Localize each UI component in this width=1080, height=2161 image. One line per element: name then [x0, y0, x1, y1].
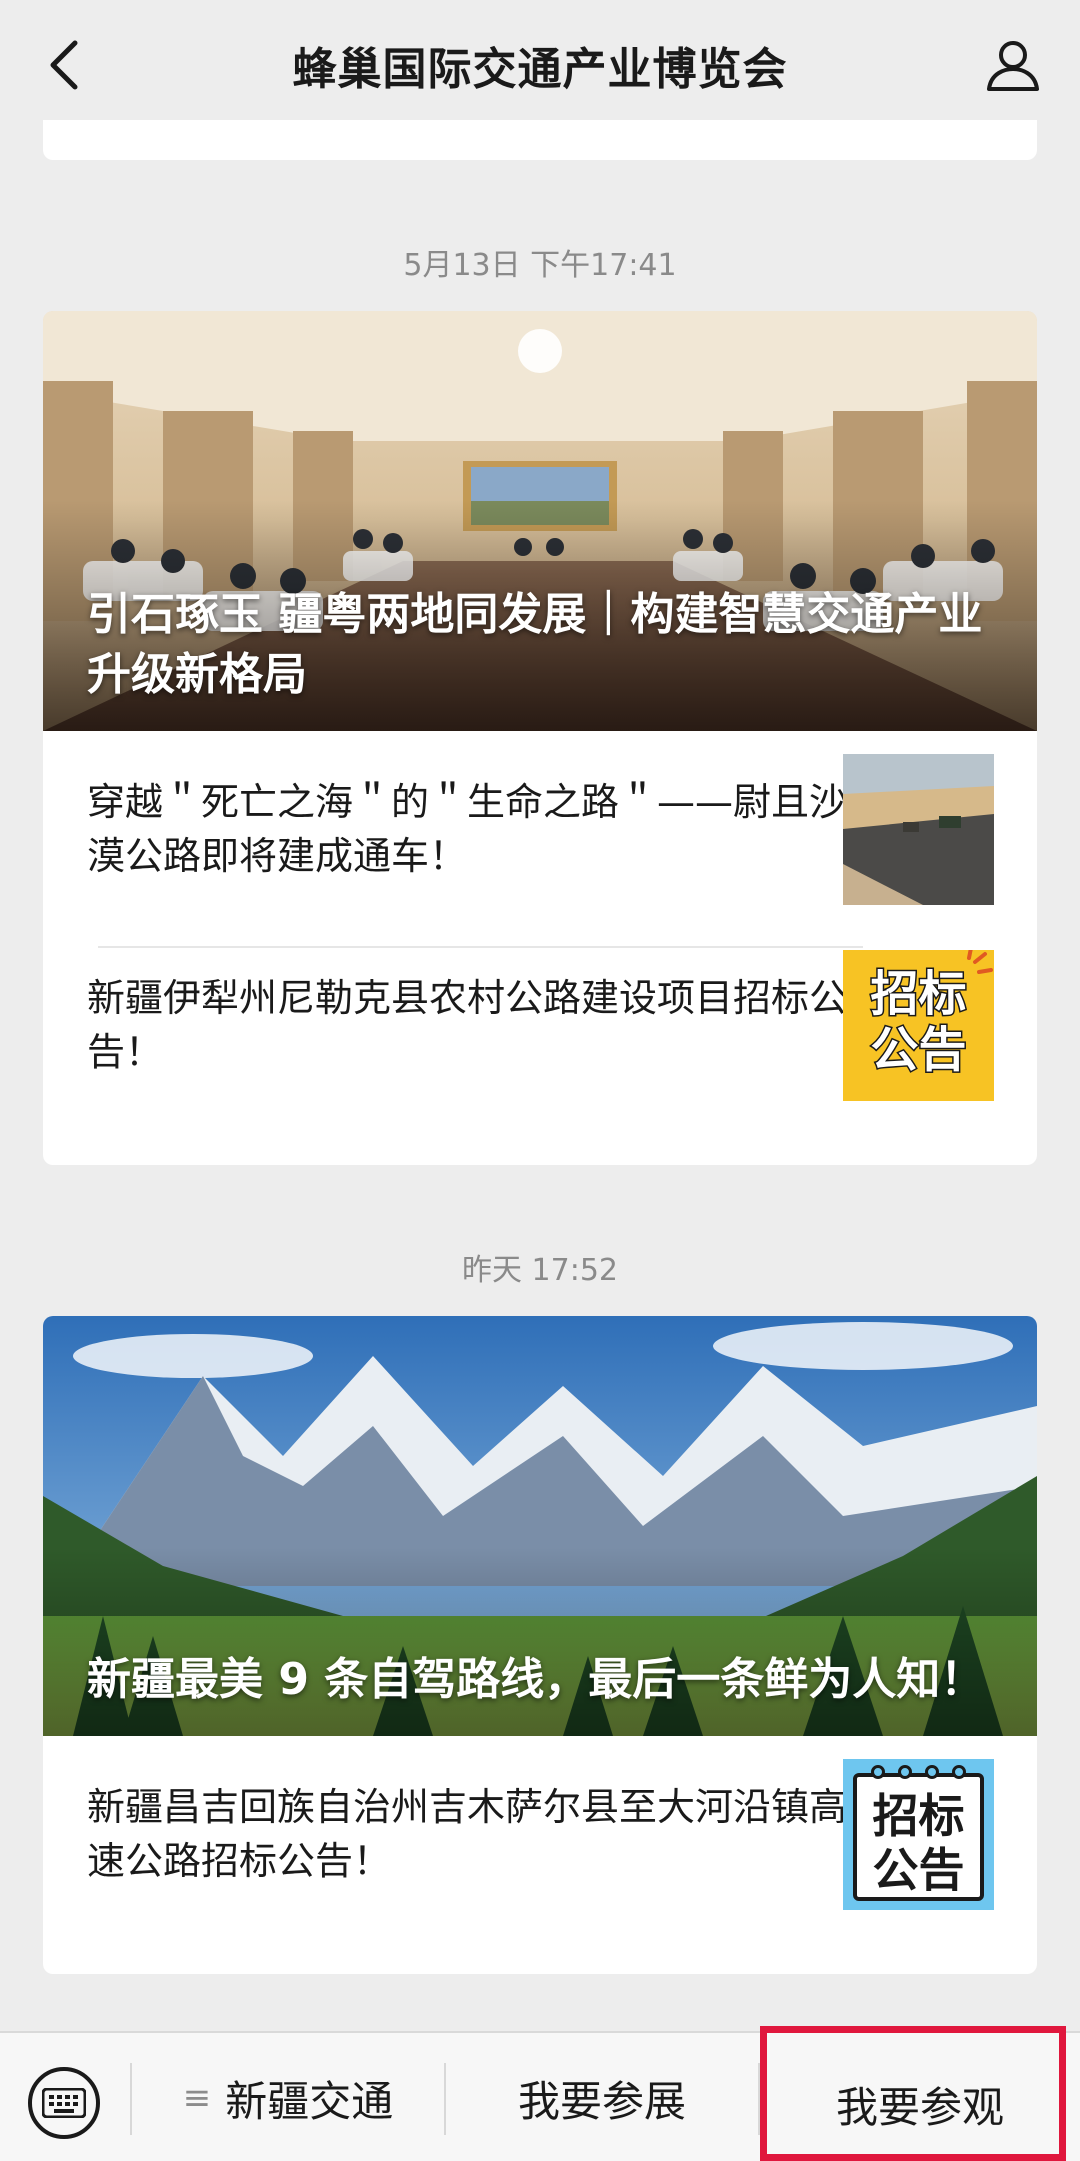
article-title: 新疆昌吉回族自治州吉木萨尔县至大河沿镇高速公路招标公告！ [87, 1785, 848, 1883]
keyboard-toggle-button[interactable] [28, 2067, 100, 2139]
article-cover-title: 新疆最美 9 条自驾路线，最后一条鲜为人知！ [87, 1654, 985, 1705]
thumbnail-text-line-2: 公告 [872, 1842, 965, 1897]
menu-exhibit[interactable]: 我要参展 [446, 2033, 758, 2161]
thumbnail-text-line-1: 招标 [872, 1788, 965, 1843]
tender-notice-thumbnail: 招标 公告 [843, 1758, 994, 1910]
article-cover[interactable]: 新疆最美 9 条自驾路线，最后一条鲜为人知！ [43, 1316, 1037, 1736]
tender-notice-thumbnail: 招标 公告 [843, 949, 994, 1101]
back-button[interactable] [30, 30, 100, 100]
article-thumbnail [843, 753, 994, 905]
top-bar: 蜂巢国际交通产业博览会 [0, 0, 1080, 130]
chevron-left-icon [50, 40, 78, 90]
menu-label: 新疆交通 [225, 2076, 394, 2126]
highlight-box [760, 2026, 1066, 2161]
submenu-lines-icon: ≡ [182, 2078, 212, 2118]
menu-label: 我要参展 [517, 2076, 686, 2126]
profile-button[interactable] [976, 28, 1050, 102]
page-title: 蜂巢国际交通产业博览会 [292, 44, 788, 95]
article-list-item[interactable]: 穿越＂死亡之海＂的＂生命之路＂——尉且沙漠公路即将建成通车！ [43, 731, 1037, 927]
article-title: 穿越＂死亡之海＂的＂生命之路＂——尉且沙漠公路即将建成通车！ [87, 780, 848, 878]
article-cover-title: 引石琢玉 疆粤两地同发展｜构建智慧交通产业升级新格局 [87, 589, 983, 700]
article-card: 新疆最美 9 条自驾路线，最后一条鲜为人知！ 新疆昌吉回族自治州吉木萨尔县至大河… [43, 1316, 1037, 1974]
article-cover[interactable]: 引石琢玉 疆粤两地同发展｜构建智慧交通产业升级新格局 [43, 311, 1037, 731]
article-list-item[interactable]: 新疆伊犁州尼勒克县农村公路建设项目招标公告！ 招标 公告 [43, 927, 1037, 1123]
thumbnail-text-line-2: 公告 [869, 1020, 968, 1079]
message-timestamp: 5月13日 下午17:41 [403, 248, 677, 283]
person-icon [987, 41, 1039, 91]
desert-road-image [843, 753, 994, 905]
previous-message-card [43, 120, 1037, 160]
article-title: 新疆伊犁州尼勒克县农村公路建设项目招标公告！ [87, 976, 848, 1074]
article-card: 引石琢玉 疆粤两地同发展｜构建智慧交通产业升级新格局 穿越＂死亡之海＂的＂生命之… [43, 311, 1037, 1165]
ring-binding [843, 1764, 994, 1779]
message-timestamp: 昨天 17:52 [462, 1253, 618, 1288]
article-list-item[interactable]: 新疆昌吉回族自治州吉木萨尔县至大河沿镇高速公路招标公告！ 招标 公告 [43, 1736, 1037, 1932]
thumbnail-text-line-1: 招标 [869, 964, 968, 1023]
menu-xinjiang-traffic[interactable]: ≡ 新疆交通 [132, 2033, 444, 2161]
keyboard-icon [42, 2088, 86, 2118]
